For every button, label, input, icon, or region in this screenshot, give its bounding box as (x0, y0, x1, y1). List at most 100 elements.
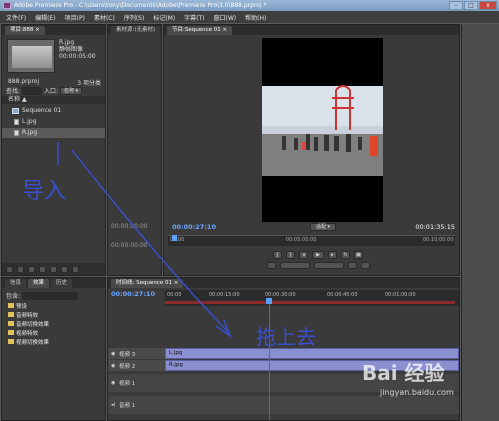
program-playhead[interactable] (172, 235, 177, 241)
timeline-timecode[interactable]: 00:00:27:10 (111, 290, 155, 298)
item-name: R.jpg (22, 129, 38, 136)
project-tab-close-icon[interactable]: × (35, 27, 40, 33)
menu-title[interactable]: 字幕(T) (184, 13, 204, 22)
find-icon[interactable] (39, 265, 46, 273)
jog-slider[interactable] (313, 262, 344, 269)
play-button[interactable]: ▶ (312, 251, 324, 259)
column-header[interactable]: 名称 ▲ (2, 96, 105, 104)
eye-icon[interactable]: ◉ (111, 363, 119, 369)
timeline-clip[interactable]: R.jpg (165, 360, 459, 371)
timeline-clip[interactable]: L.jpg (165, 348, 459, 359)
set-in-point-button[interactable]: { (273, 251, 282, 259)
folder-icon (8, 321, 14, 326)
track-video-1: ◉ 视频 1 (108, 374, 459, 392)
step-back-button[interactable]: ◂ (299, 251, 308, 259)
program-video-image (262, 85, 383, 176)
menu-file[interactable]: 文件(F) (6, 13, 26, 22)
folder-icon (8, 312, 14, 317)
shuttle-slider[interactable] (279, 262, 310, 269)
timeline-ruler: 00:00 00:00:15:00 00:00:30:00 00:00:45:0… (165, 290, 459, 306)
tab-program[interactable]: 节目:Sequence 01 × (167, 26, 233, 35)
new-item-icon[interactable] (61, 265, 68, 273)
program-duration-timecode: 00:01:35:15 (415, 223, 455, 231)
program-current-timecode[interactable]: 00:00:27:10 (172, 223, 216, 231)
safe-margins-button[interactable]: ▣ (354, 251, 363, 259)
tab-effects[interactable]: 效果 (28, 279, 50, 288)
effects-folder[interactable]: 音频特效 (8, 312, 49, 321)
list-item[interactable]: R.jpg (2, 128, 105, 138)
effects-folder[interactable]: 预设 (8, 303, 49, 312)
program-monitor-panel: 节目:Sequence 01 × 00:00:27:10 适配 ▾ 00:01:… (163, 24, 460, 276)
source-timecode-left: 00:00:00:00 (111, 223, 148, 230)
program-transport-controls: { } ◂ ▶ ▸ ↻ ▣ (248, 249, 388, 273)
in-select[interactable]: 名称 ▾ (60, 86, 83, 95)
loop-button[interactable]: ↻ (341, 251, 350, 259)
menu-project[interactable]: 项目(P) (65, 13, 85, 22)
timeline-work-area-bar[interactable] (165, 301, 455, 304)
effects-folder[interactable]: 视频切换效果 (8, 339, 49, 348)
effects-folder[interactable]: 音频切换效果 (8, 321, 49, 330)
ruler-label: 00:00:15:00 (209, 292, 240, 298)
image-file-icon (14, 130, 19, 136)
menu-edit[interactable]: 编辑(E) (35, 13, 55, 22)
icon-view-icon[interactable] (17, 265, 24, 273)
menu-marker[interactable]: 标记(M) (153, 13, 175, 22)
extract-button[interactable] (360, 262, 370, 269)
menu-sequence[interactable]: 序列(S) (124, 13, 145, 22)
effects-search-label: 包含: (6, 293, 21, 300)
premiere-app-icon (3, 2, 11, 9)
effects-folder[interactable]: 视频特效 (8, 330, 49, 339)
trash-icon[interactable] (72, 265, 79, 273)
new-bin-icon[interactable] (50, 265, 57, 273)
image-file-icon (14, 119, 19, 125)
find-input[interactable] (22, 86, 43, 95)
step-forward-button[interactable]: ▸ (328, 251, 337, 259)
source-video-area (108, 36, 161, 241)
maximize-button[interactable]: □ (464, 1, 478, 10)
eye-icon[interactable]: ◉ (111, 351, 119, 357)
tab-project[interactable]: 项目:888 × (5, 26, 45, 35)
list-item[interactable]: L.jpg (2, 117, 105, 127)
tab-timeline[interactable]: 时间线: Sequence 01 × (111, 279, 184, 288)
program-video-frame (262, 38, 383, 222)
menu-help[interactable]: 帮助(H) (245, 13, 266, 22)
ruler-label: 00:00:45:00 (327, 292, 358, 298)
find-label: 查找: (6, 88, 21, 95)
track-audio-1: ◂) 音频 1 (108, 396, 459, 414)
source-timecode-right: 00:00:00:00 (111, 242, 148, 249)
program-ruler: 00:00 00:05:00:00 00:10:00:00 (168, 235, 455, 246)
menu-bar: 文件(F) 编辑(E) 项目(P) 素材(C) 序列(S) 标记(M) 字幕(T… (0, 11, 499, 23)
lift-button[interactable] (347, 262, 357, 269)
go-to-in-button[interactable] (266, 262, 276, 269)
effects-search-input[interactable] (22, 291, 79, 300)
set-out-point-button[interactable]: } (286, 251, 295, 259)
automate-icon[interactable] (28, 265, 35, 273)
item-name: Sequence 01 (22, 107, 62, 114)
folder-icon (8, 339, 14, 344)
eye-icon[interactable]: ◉ (111, 380, 119, 386)
speaker-icon[interactable]: ◂) (111, 402, 119, 408)
tab-info[interactable]: 信息 (5, 279, 27, 288)
program-tab-close-icon[interactable]: × (222, 27, 227, 33)
tab-source[interactable]: 素材源:(无素材) (111, 26, 161, 35)
menu-window[interactable]: 窗口(W) (214, 13, 237, 22)
in-label: 入口: (44, 88, 59, 95)
thumb-clip-type: 静帧图像 (59, 46, 84, 53)
source-monitor-panel: 素材源:(无素材) 00:00:00:00 00:00:00:00 (107, 24, 162, 276)
list-view-icon[interactable] (6, 265, 13, 273)
timeline-tab-close-icon[interactable]: × (174, 280, 179, 286)
track-name: 视频 1 (119, 381, 136, 387)
close-button[interactable]: x (479, 1, 497, 10)
ruler-label: 00:10:00:00 (423, 237, 454, 243)
minimize-button[interactable]: – (449, 1, 463, 10)
right-dock-strip (461, 24, 499, 421)
list-item[interactable]: Sequence 01 (2, 106, 105, 116)
title-bar: Adobe Premiere Pro - C:\Users\tony\Docum… (0, 0, 499, 11)
project-file-name: 888.prproj (8, 78, 40, 85)
column-name-label: 名称 (8, 96, 21, 103)
tab-history[interactable]: 历史 (51, 279, 73, 288)
ruler-label: 00:05:00:00 (286, 237, 317, 243)
menu-clip[interactable]: 素材(C) (94, 13, 115, 22)
fit-select[interactable]: 适配 ▾ (310, 223, 336, 231)
ruler-label: 00:01:00:00 (385, 292, 416, 298)
